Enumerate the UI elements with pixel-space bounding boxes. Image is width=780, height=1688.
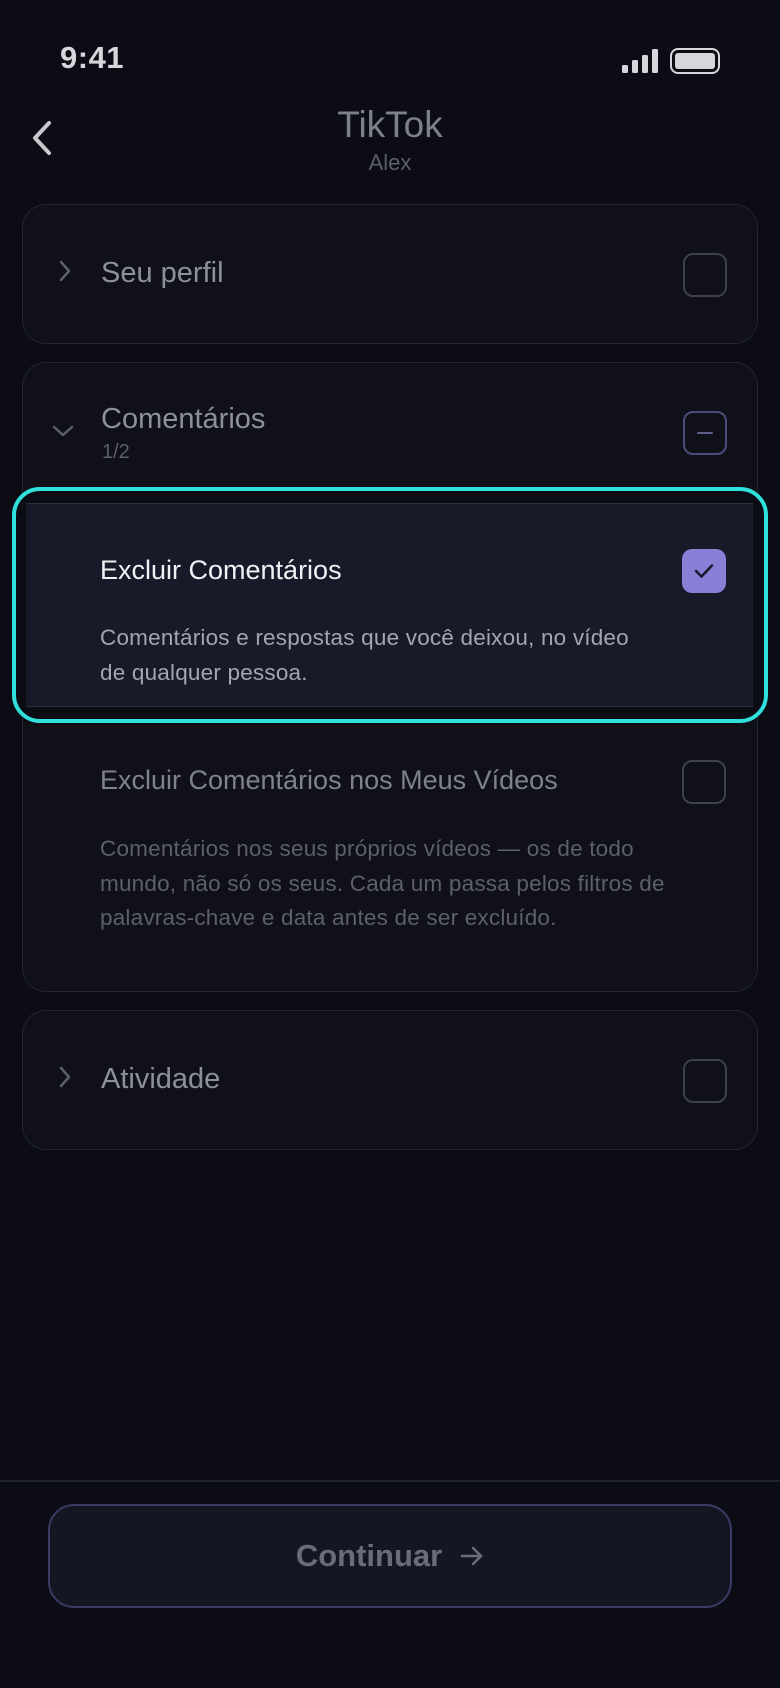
section-title: Atividade: [101, 1063, 221, 1095]
page-title: TikTok: [337, 104, 443, 145]
status-time: 9:41: [60, 40, 125, 75]
chevron-down-icon[interactable]: [51, 419, 75, 443]
status-icons: [622, 48, 720, 74]
cellular-signal-icon: [622, 49, 658, 73]
section-selection-count: 1/2: [102, 441, 130, 463]
option-excluir-comentarios-meus-videos-checkbox[interactable]: [682, 760, 726, 804]
option-description: Comentários nos seus próprios vídeos — o…: [100, 836, 665, 930]
section-title: Comentários: [101, 403, 266, 435]
chevron-right-icon: [53, 1065, 77, 1089]
continue-label: Continuar: [295, 1538, 443, 1573]
option-title: Excluir Comentários: [100, 555, 342, 585]
section-profile[interactable]: Seu perfil: [22, 204, 758, 344]
section-profile-checkbox[interactable]: [683, 253, 727, 297]
account-name: Alex: [368, 150, 412, 175]
minus-icon: [697, 431, 713, 435]
arrow-right-icon: [460, 1545, 484, 1567]
section-activity-checkbox[interactable]: [683, 1059, 727, 1103]
chevron-right-icon: [53, 259, 77, 283]
continue-button[interactable]: Continuar: [48, 1504, 732, 1608]
screen: 9:41 TikTok Alex Seu perfil Comentários …: [0, 0, 780, 1688]
option-description: Comentários e respostas que você deixou,…: [100, 625, 629, 685]
section-activity[interactable]: Atividade: [22, 1010, 758, 1150]
option-excluir-comentarios-checkbox[interactable]: [682, 549, 726, 593]
battery-icon: [670, 48, 720, 74]
section-comments-checkbox[interactable]: [683, 411, 727, 455]
checkmark-icon: [694, 564, 714, 578]
footer-divider: [0, 1480, 780, 1482]
option-title[interactable]: Excluir Comentários nos Meus Vídeos: [100, 765, 558, 796]
section-title: Seu perfil: [101, 257, 224, 289]
